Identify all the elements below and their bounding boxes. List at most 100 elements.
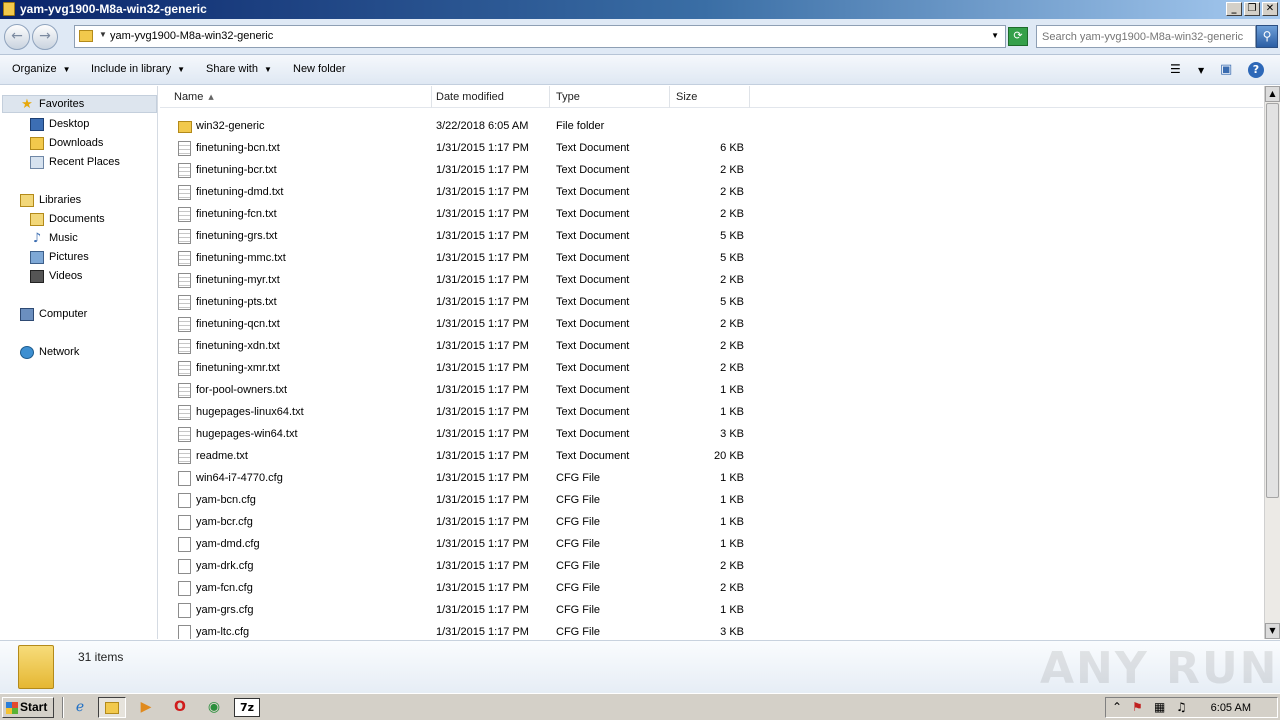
file-name[interactable]: yam-bcr.cfg — [196, 516, 253, 528]
help-icon[interactable]: ? — [1248, 62, 1264, 78]
nav-desktop[interactable]: Desktop — [30, 115, 89, 133]
file-name[interactable]: finetuning-mmc.txt — [196, 252, 286, 264]
file-name[interactable]: win32-generic — [196, 120, 264, 132]
column-header-name[interactable]: Name ▲ — [168, 86, 432, 108]
file-row[interactable]: finetuning-bcr.txt 1/31/2015 1:17 PM Text … — [160, 159, 760, 181]
scroll-up-icon[interactable]: ▲ — [1265, 86, 1280, 102]
file-name[interactable]: finetuning-pts.txt — [196, 296, 277, 308]
search-input[interactable] — [1037, 26, 1255, 47]
file-row[interactable]: yam-fcn.cfg 1/31/2015 1:17 PM CFG File 2 KB — [160, 577, 760, 599]
column-header-date[interactable]: Date modified — [430, 86, 550, 108]
file-name[interactable]: yam-drk.cfg — [196, 560, 253, 572]
file-name[interactable]: finetuning-xdn.txt — [196, 340, 280, 352]
opera-icon[interactable]: O — [166, 697, 194, 718]
file-name[interactable]: yam-bcn.cfg — [196, 494, 256, 506]
file-name[interactable]: yam-fcn.cfg — [196, 582, 253, 594]
forward-button[interactable]: → — [32, 24, 58, 50]
file-name[interactable]: hugepages-linux64.txt — [196, 406, 304, 418]
file-name[interactable]: win64-i7-4770.cfg — [196, 472, 283, 484]
file-name[interactable]: hugepages-win64.txt — [196, 428, 298, 440]
tray-expand-icon[interactable]: ⌃ — [1112, 700, 1122, 714]
file-row[interactable]: finetuning-qcn.txt 1/31/2015 1:17 PM Text … — [160, 313, 760, 335]
file-row[interactable]: yam-drk.cfg 1/31/2015 1:17 PM CFG File 2 KB — [160, 555, 760, 577]
7zip-icon[interactable]: 7z — [234, 698, 260, 717]
file-name[interactable]: finetuning-qcn.txt — [196, 318, 280, 330]
file-name[interactable]: finetuning-fcn.txt — [196, 208, 277, 220]
vertical-scrollbar[interactable]: ▲ ▼ — [1264, 86, 1280, 639]
scrollbar-thumb[interactable] — [1266, 103, 1279, 498]
file-name[interactable]: readme.txt — [196, 450, 248, 462]
file-row[interactable]: yam-bcn.cfg 1/31/2015 1:17 PM CFG File 1 KB — [160, 489, 760, 511]
chevron-down-icon[interactable]: ▼ — [99, 30, 107, 39]
file-row[interactable]: finetuning-bcn.txt 1/31/2015 1:17 PM Text … — [160, 137, 760, 159]
refresh-icon[interactable]: ⟳ — [1008, 27, 1028, 46]
back-button[interactable]: ← — [4, 24, 30, 50]
include-in-library-menu[interactable]: Include in library ▼ — [91, 63, 185, 75]
file-row[interactable]: yam-grs.cfg 1/31/2015 1:17 PM CFG File 1 KB — [160, 599, 760, 621]
close-button[interactable]: ✕ — [1262, 2, 1278, 16]
file-row[interactable]: finetuning-grs.txt 1/31/2015 1:17 PM Text … — [160, 225, 760, 247]
network-tray-icon[interactable]: ▦ — [1154, 700, 1165, 714]
organize-menu[interactable]: Organize ▼ — [12, 63, 71, 75]
file-name[interactable]: finetuning-dmd.txt — [196, 186, 283, 198]
file-row[interactable]: finetuning-dmd.txt 1/31/2015 1:17 PM Text … — [160, 181, 760, 203]
file-name[interactable]: finetuning-bcr.txt — [196, 164, 277, 176]
file-row[interactable]: yam-dmd.cfg 1/31/2015 1:17 PM CFG File 1 KB — [160, 533, 760, 555]
file-row[interactable]: yam-ltc.cfg 1/31/2015 1:17 PM CFG File 3 KB — [160, 621, 760, 639]
file-name[interactable]: finetuning-bcn.txt — [196, 142, 280, 154]
file-name[interactable]: finetuning-grs.txt — [196, 230, 277, 242]
file-row[interactable]: finetuning-xmr.txt 1/31/2015 1:17 PM Text … — [160, 357, 760, 379]
column-header-type[interactable]: Type — [550, 86, 670, 108]
nav-favorites[interactable]: ★ Favorites — [2, 95, 157, 113]
nav-videos[interactable]: Videos — [30, 267, 82, 285]
chevron-down-icon[interactable]: ▼ — [1198, 66, 1204, 75]
file-name[interactable]: finetuning-xmr.txt — [196, 362, 280, 374]
media-player-icon[interactable]: ▶ — [132, 697, 160, 718]
file-name[interactable]: for-pool-owners.txt — [196, 384, 287, 396]
view-options-icon[interactable]: ☰ — [1170, 62, 1181, 76]
file-name[interactable]: yam-grs.cfg — [196, 604, 253, 616]
file-row[interactable]: finetuning-fcn.txt 1/31/2015 1:17 PM Text … — [160, 203, 760, 225]
address-path[interactable]: yam-yvg1900-M8a-win32-generic — [110, 30, 273, 42]
file-row[interactable]: win32-generic 3/22/2018 6:05 AM File folde… — [160, 115, 760, 137]
file-row[interactable]: hugepages-win64.txt 1/31/2015 1:17 PM Text… — [160, 423, 760, 445]
scroll-down-icon[interactable]: ▼ — [1265, 623, 1280, 639]
internet-explorer-icon[interactable]: ℯ — [66, 697, 94, 718]
maximize-button[interactable]: ❐ — [1244, 2, 1260, 16]
file-row[interactable]: yam-bcr.cfg 1/31/2015 1:17 PM CFG File 1 KB — [160, 511, 760, 533]
nav-downloads[interactable]: Downloads — [30, 134, 103, 152]
start-button[interactable]: Start — [2, 697, 54, 718]
address-dropdown-icon[interactable]: ▼ — [991, 31, 999, 40]
column-header-size[interactable]: Size — [670, 86, 750, 108]
file-name[interactable]: finetuning-myr.txt — [196, 274, 280, 286]
file-row[interactable]: for-pool-owners.txt 1/31/2015 1:17 PM Text… — [160, 379, 760, 401]
search-icon[interactable]: ⚲ — [1256, 25, 1278, 48]
file-row[interactable]: finetuning-myr.txt 1/31/2015 1:17 PM Text … — [160, 269, 760, 291]
search-box[interactable] — [1036, 25, 1256, 48]
nav-computer[interactable]: Computer — [20, 305, 87, 323]
nav-music[interactable]: ♪ Music — [30, 229, 78, 247]
file-row[interactable]: finetuning-mmc.txt 1/31/2015 1:17 PM Text … — [160, 247, 760, 269]
minimize-button[interactable]: _ — [1226, 2, 1242, 16]
chrome-icon[interactable]: ◉ — [200, 697, 228, 718]
address-field[interactable]: ▼ yam-yvg1900-M8a-win32-generic ▼ — [74, 25, 1006, 48]
file-row[interactable]: readme.txt 1/31/2015 1:17 PM Text Document… — [160, 445, 760, 467]
file-row[interactable]: finetuning-pts.txt 1/31/2015 1:17 PM Text … — [160, 291, 760, 313]
file-row[interactable]: hugepages-linux64.txt 1/31/2015 1:17 PM Te… — [160, 401, 760, 423]
nav-pictures[interactable]: Pictures — [30, 248, 89, 266]
nav-network[interactable]: Network — [20, 343, 79, 361]
nav-recent-places[interactable]: Recent Places — [30, 153, 120, 171]
nav-documents[interactable]: Documents — [30, 210, 105, 228]
file-row[interactable]: win64-i7-4770.cfg 1/31/2015 1:17 PM CFG Fi… — [160, 467, 760, 489]
clock[interactable]: 6:05 AM — [1211, 702, 1251, 714]
file-name[interactable]: yam-ltc.cfg — [196, 626, 249, 638]
new-folder-button[interactable]: New folder — [293, 63, 346, 75]
nav-libraries[interactable]: Libraries — [20, 191, 81, 209]
file-row[interactable]: finetuning-xdn.txt 1/31/2015 1:17 PM Text … — [160, 335, 760, 357]
action-center-icon[interactable]: ⚑ — [1132, 700, 1143, 714]
explorer-taskbar-button[interactable] — [98, 697, 126, 718]
share-with-menu[interactable]: Share with ▼ — [206, 63, 272, 75]
volume-icon[interactable]: ♫ — [1176, 700, 1187, 714]
file-name[interactable]: yam-dmd.cfg — [196, 538, 260, 550]
preview-pane-icon[interactable]: ▣ — [1220, 62, 1232, 77]
